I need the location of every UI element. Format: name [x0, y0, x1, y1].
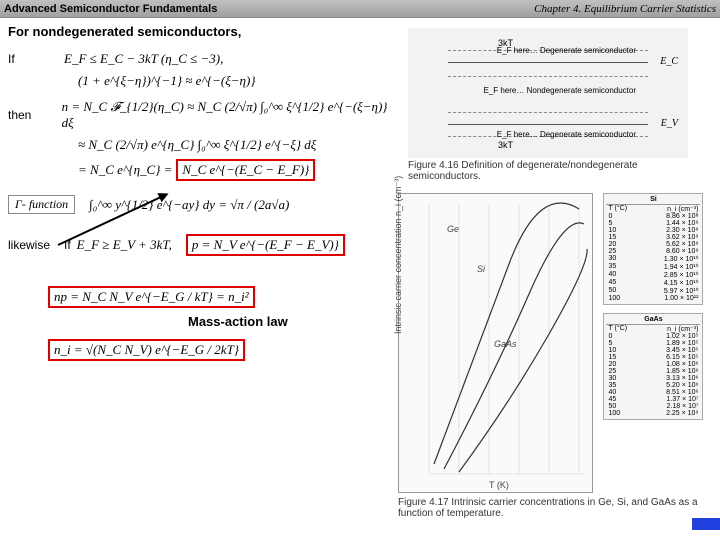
figure-4-17-caption: Figure 4.17 Intrinsic carrier concentrat… — [398, 497, 708, 519]
eq-n-line2: ≈ N_C (2/√π) e^{η_C} ∫₀^∞ ξ^{1/2} e^{−ξ}… — [78, 137, 316, 153]
corner-accent — [692, 518, 720, 530]
table-row: 08.86 × 10⁸ — [606, 213, 700, 220]
table-row: 103.45 × 10⁵ — [606, 347, 700, 354]
eq-gamma-integral: ∫₀^∞ y^{1/2} e^{−ay} dy = √π / (2a√a) — [89, 197, 289, 213]
table-si: Si T (°C) n_i (cm⁻³) 08.86 × 10⁸51.44 × … — [603, 193, 703, 305]
x-axis-label: T (K) — [489, 480, 509, 490]
y-axis-label: Intrinsic carrier concentration n_i (cm⁻… — [393, 176, 404, 334]
gamma-function-label: Γ- function — [8, 195, 75, 214]
header-title: Advanced Semiconductor Fundamentals — [4, 3, 217, 15]
curve-label-gaas: GaAs — [494, 339, 517, 349]
intrinsic-concentration-graph: Intrinsic carrier concentration n_i (cm⁻… — [398, 193, 593, 493]
table-row: 301.30 × 10¹⁰ — [606, 255, 700, 263]
eq-condition-1: E_F ≤ E_C − 3kT (η_C ≤ −3), — [64, 51, 223, 67]
table-row: 402.85 × 10¹⁰ — [606, 271, 700, 279]
eq-n-boxed: N_C e^{−(E_C − E_F)} — [176, 159, 315, 181]
table-row: 51.44 × 10⁹ — [606, 220, 700, 227]
table-row: 303.13 × 10⁶ — [606, 375, 700, 382]
table-row: 153.62 × 10⁹ — [606, 234, 700, 241]
eq-ni-boxed: n_i = √(N_C N_V) e^{−E_G / 2kT} — [48, 339, 245, 361]
likewise-label: likewise — [8, 238, 64, 252]
intro-text: For nondegenerated semiconductors, — [8, 24, 388, 39]
table-row: 1002.25 × 10⁹ — [606, 410, 700, 417]
band-diagram: E_C E_V 3kT 3kT E_F here… Degenerate sem… — [408, 28, 688, 158]
table-row: 01.02 × 10⁵ — [606, 333, 700, 340]
table-si-cols: T (°C) n_i (cm⁻³) — [606, 205, 700, 213]
table-row: 51.89 × 10⁵ — [606, 340, 700, 347]
figure-4-16-caption: Figure 4.16 Definition of degenerate/non… — [408, 160, 708, 182]
table-row: 351.94 × 10¹⁰ — [606, 263, 700, 271]
table-si-head: Si — [606, 196, 700, 205]
table-gaas: GaAs T (°C) n_i (cm⁻³) 01.02 × 10⁵51.89 … — [603, 313, 703, 420]
slide-content: For nondegenerated semiconductors, If E_… — [0, 18, 720, 540]
table-row: 451.37 × 10⁷ — [606, 396, 700, 403]
gap-3kt-bot: 3kT — [498, 140, 513, 150]
eq-np-boxed: np = N_C N_V e^{−E_G / kT} = n_i² — [48, 286, 255, 308]
table-gaas-head: GaAs — [606, 316, 700, 325]
ef-nondeg: E_F here… Nondegenerate semiconductor — [483, 86, 636, 95]
table-row: 1001.00 × 10¹² — [606, 295, 700, 302]
table-row: 205.62 × 10⁹ — [606, 241, 700, 248]
table-row: 201.08 × 10⁶ — [606, 361, 700, 368]
table-gaas-body: 01.02 × 10⁵51.89 × 10⁵103.45 × 10⁵156.15… — [606, 333, 700, 417]
ef-deg-top: E_F here… Degenerate semiconductor — [497, 46, 636, 55]
table-row: 355.20 × 10⁶ — [606, 382, 700, 389]
eq-condition-2: E_F ≥ E_V + 3kT, — [77, 237, 172, 253]
table-row: 502.18 × 10⁷ — [606, 403, 700, 410]
table-row: 102.30 × 10⁹ — [606, 227, 700, 234]
eq-p-boxed: p = N_V e^{−(E_F − E_V)} — [186, 234, 345, 256]
header-chapter: Chapter 4. Equilibrium Carrier Statistic… — [534, 3, 716, 15]
slide-header: Advanced Semiconductor Fundamentals Chap… — [0, 0, 720, 18]
table-row: 258.60 × 10⁹ — [606, 248, 700, 255]
table-row: 408.51 × 10⁶ — [606, 389, 700, 396]
ec-label: E_C — [660, 56, 678, 67]
curve-label-ge: Ge — [447, 224, 459, 234]
table-row: 505.97 × 10¹⁰ — [606, 287, 700, 295]
table-si-body: 08.86 × 10⁸51.44 × 10⁹102.30 × 10⁹153.62… — [606, 213, 700, 302]
table-row: 251.85 × 10⁶ — [606, 368, 700, 375]
if-label-1: If — [8, 52, 64, 66]
ev-label: E_V — [661, 118, 678, 129]
figure-4-17: Intrinsic carrier concentration n_i (cm⁻… — [398, 193, 708, 519]
table-row: 156.15 × 10⁵ — [606, 354, 700, 361]
eq-n-line1: n = N_C 𝓕_{1/2}(η_C) ≈ N_C (2/√π) ∫₀^∞ ξ… — [62, 99, 388, 131]
then-label: then — [8, 108, 62, 122]
data-tables: Si T (°C) n_i (cm⁻³) 08.86 × 10⁸51.44 × … — [603, 193, 703, 428]
table-row: 454.15 × 10¹⁰ — [606, 279, 700, 287]
ef-deg-bot: E_F here… Degenerate semiconductor — [497, 130, 636, 139]
derivation-column: For nondegenerated semiconductors, If E_… — [8, 24, 388, 367]
mass-action-label: Mass-action law — [188, 314, 388, 329]
eq-approx-1: (1 + e^{ξ−η})^{−1} ≈ e^{−(ξ−η)} — [78, 73, 256, 89]
eq-n-line3a: = N_C e^{η_C} = — [78, 162, 172, 178]
figure-4-16: E_C E_V 3kT 3kT E_F here… Degenerate sem… — [408, 28, 708, 182]
curve-label-si: Si — [477, 264, 485, 274]
table-gaas-cols: T (°C) n_i (cm⁻³) — [606, 325, 700, 333]
